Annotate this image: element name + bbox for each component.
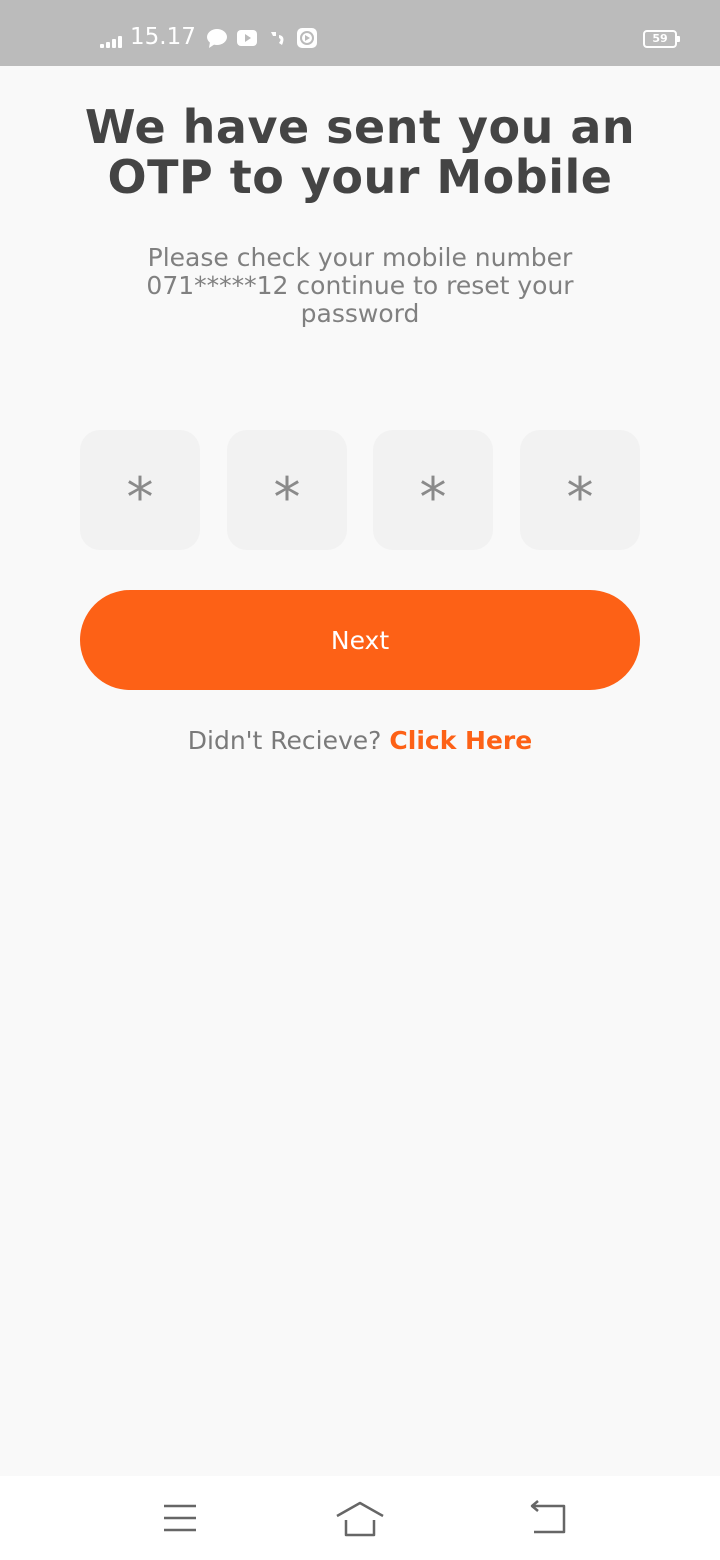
status-time: 15.17 (130, 24, 196, 50)
play-store-icon (297, 28, 317, 48)
app-icon (271, 32, 284, 45)
resend-row: Didn't Recieve? Click Here (0, 726, 720, 755)
resend-link[interactable]: Click Here (389, 726, 532, 755)
navigation-bar (0, 1476, 720, 1560)
youtube-icon (237, 30, 257, 46)
back-icon[interactable] (518, 1498, 578, 1538)
menu-icon[interactable] (150, 1498, 210, 1538)
page-subtitle: Please check your mobile number 071*****… (146, 243, 574, 328)
page-title: We have sent you an OTP to your Mobile (84, 100, 636, 204)
otp-digit-3[interactable]: * (373, 430, 493, 550)
otp-digit-4[interactable]: * (520, 430, 640, 550)
resend-prompt: Didn't Recieve? (187, 726, 382, 755)
signal-icon (100, 34, 124, 48)
status-bar: 15.17 59 (0, 0, 720, 66)
otp-input-row: * * * * (80, 430, 640, 550)
home-icon[interactable] (330, 1498, 390, 1538)
next-button[interactable]: Next (80, 590, 640, 690)
otp-digit-1[interactable]: * (80, 430, 200, 550)
battery-icon: 59 (643, 30, 680, 48)
chat-bubble-icon (207, 29, 227, 48)
otp-digit-2[interactable]: * (227, 430, 347, 550)
